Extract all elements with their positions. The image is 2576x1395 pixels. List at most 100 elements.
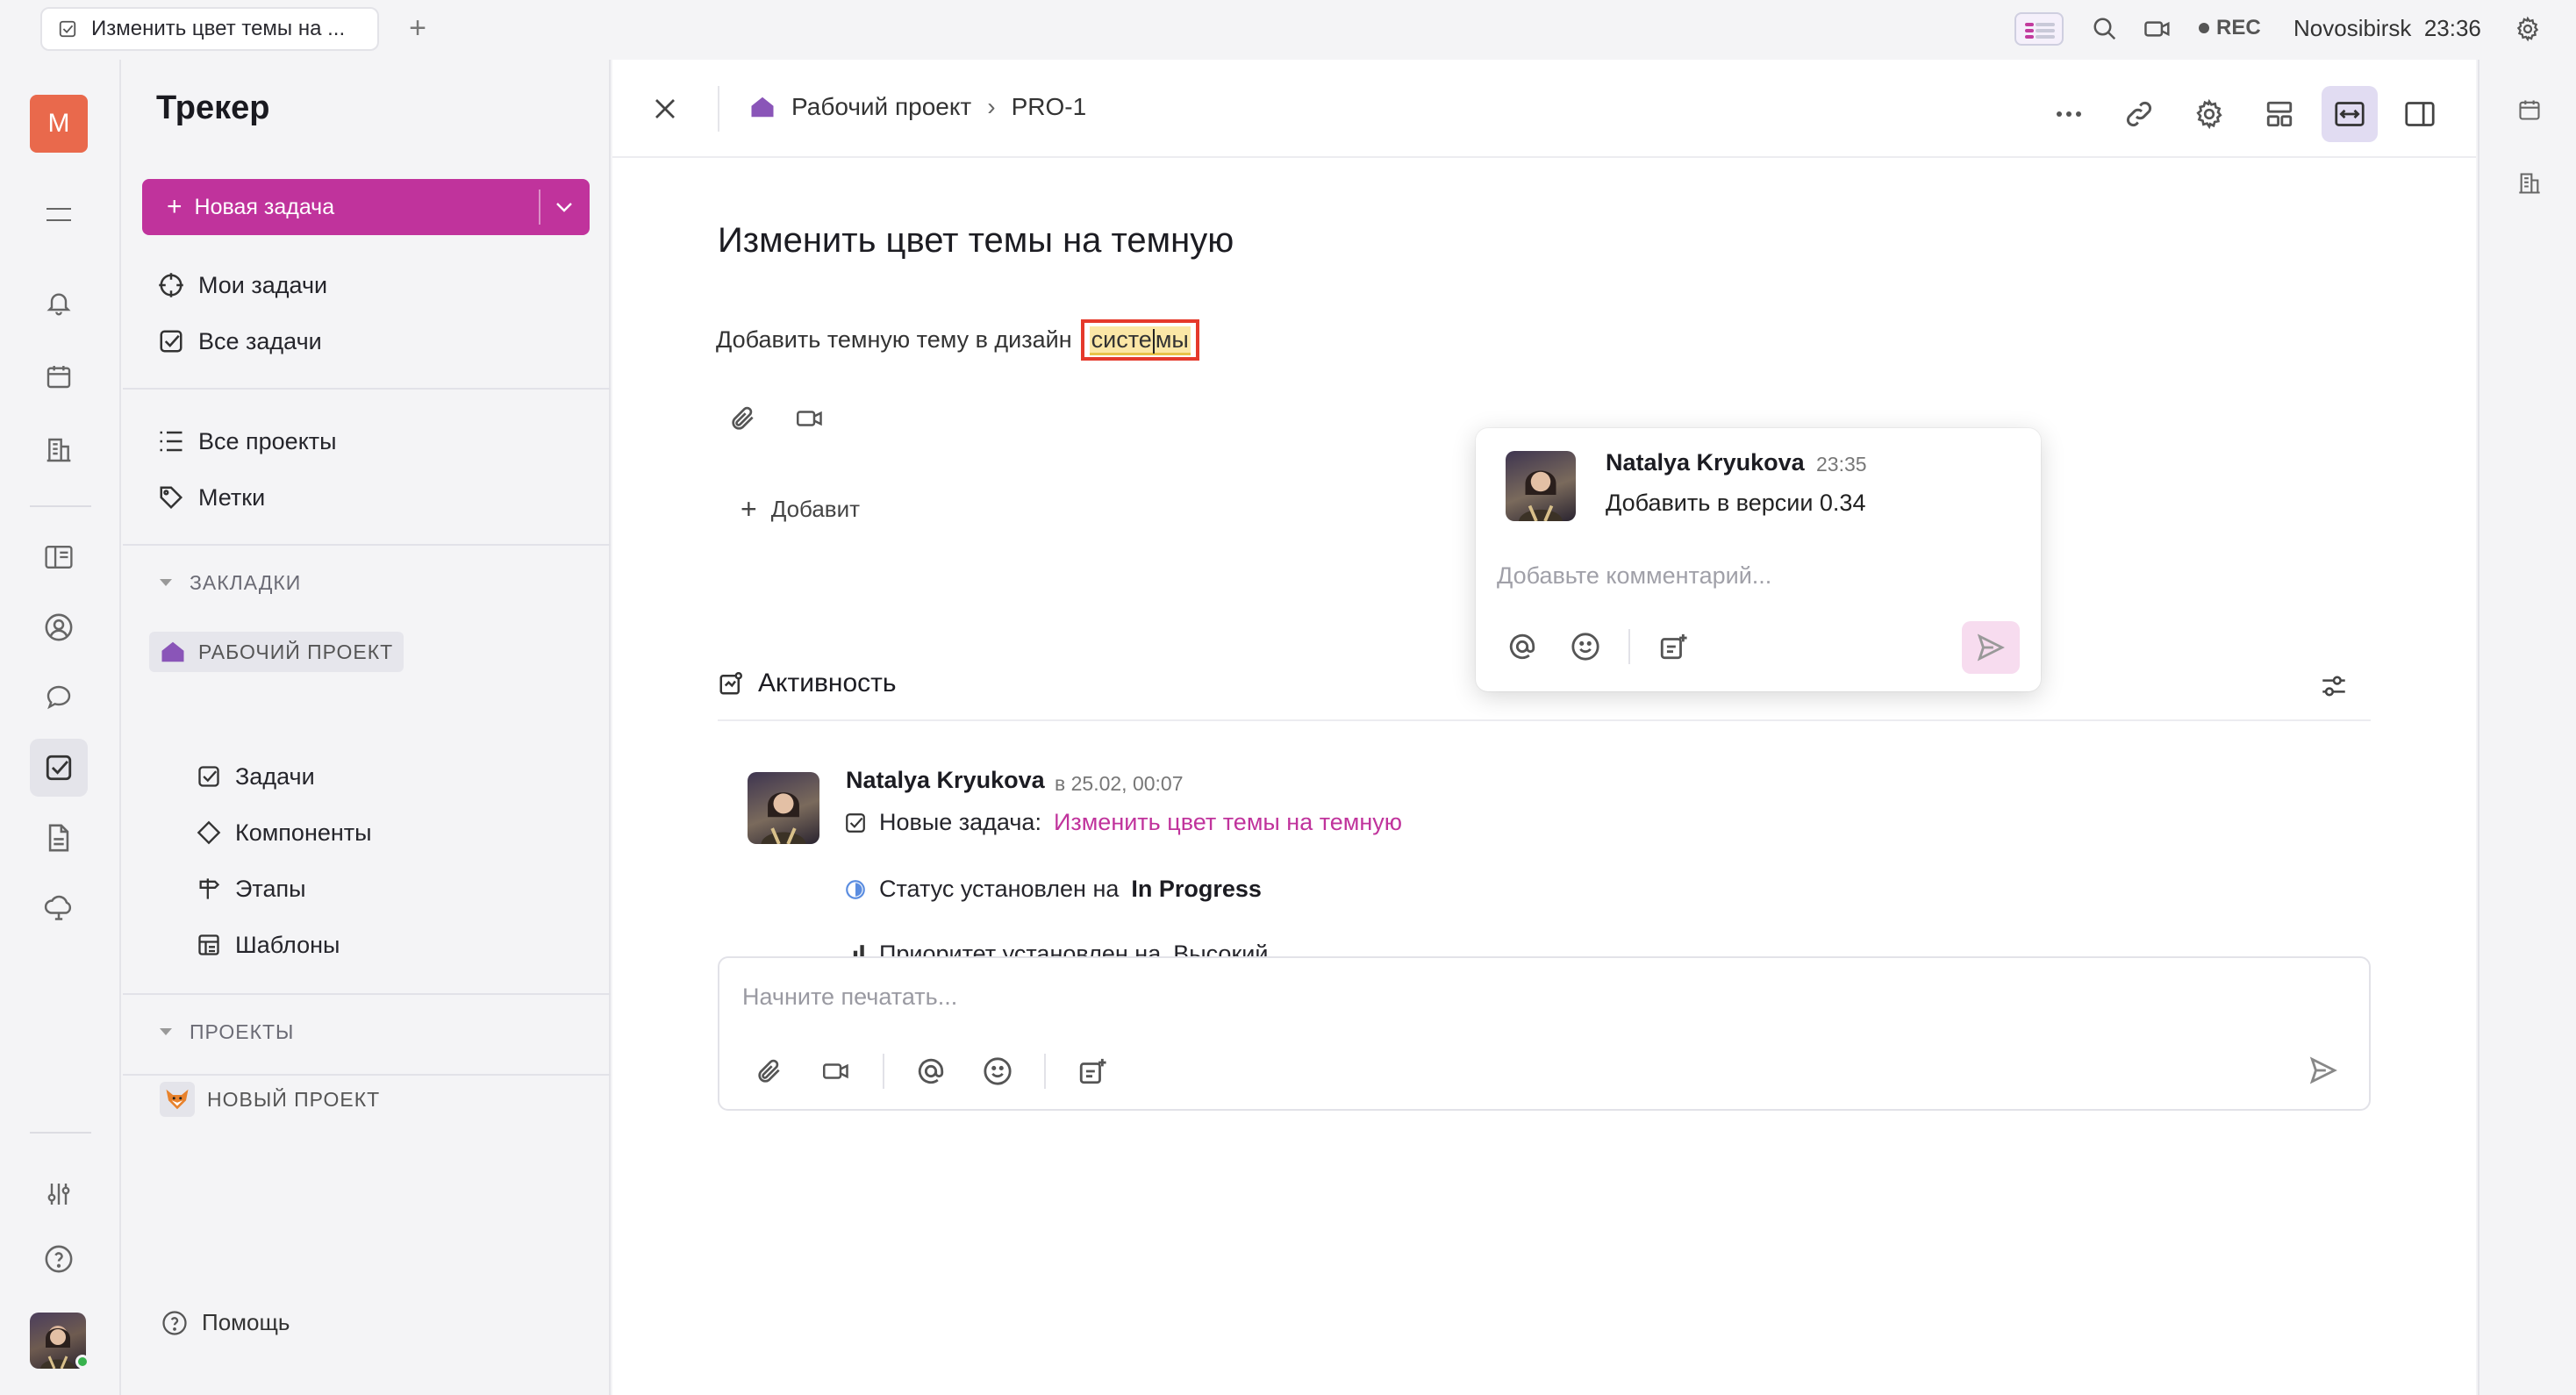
workspace-avatar[interactable]: M xyxy=(30,95,88,153)
sidebar-toggle-icon[interactable] xyxy=(2392,86,2448,142)
mention-icon[interactable] xyxy=(1502,626,1542,667)
send-icon[interactable] xyxy=(1962,621,2020,674)
link-icon[interactable] xyxy=(2111,86,2167,142)
more-icon[interactable] xyxy=(2041,86,2097,142)
task-description[interactable]: Добавить темную тему в дизайн систе мы xyxy=(716,319,1199,361)
comment-text: Добавить в версии 0.34 xyxy=(1606,490,1866,516)
video-icon[interactable] xyxy=(790,398,830,439)
sidebar-item-labels[interactable]: Метки xyxy=(158,476,265,519)
tab-current[interactable]: Изменить цвет темы на ... xyxy=(40,7,379,51)
comment-input[interactable] xyxy=(742,979,2322,1014)
top-bar: Изменить цвет темы на ... + REC Novosibi… xyxy=(0,0,2576,58)
help-icon[interactable] xyxy=(30,1230,88,1288)
clock: Novosibirsk 23:36 xyxy=(2293,15,2481,41)
projects-section-toggle[interactable]: ПРОЕКТЫ xyxy=(158,1014,294,1049)
online-status-dot xyxy=(75,1355,89,1369)
activity-author-avatar xyxy=(748,772,819,844)
activity-author[interactable]: Natalya Kryukova xyxy=(846,767,1045,794)
rec-indicator[interactable]: REC xyxy=(2199,16,2261,40)
in-progress-icon xyxy=(844,878,867,901)
sidebar-item-work-project[interactable]: РАБОЧИЙ ПРОЕКТ xyxy=(149,632,404,672)
comment-author[interactable]: Natalya Kryukova xyxy=(1606,449,1805,476)
bell-icon[interactable] xyxy=(30,274,88,332)
comment-composer xyxy=(718,956,2371,1111)
gear-icon[interactable] xyxy=(2511,12,2544,46)
cloud-icon[interactable] xyxy=(30,879,88,937)
sidebar-item-components[interactable]: Компоненты xyxy=(197,811,372,855)
breadcrumb: Рабочий проект › PRO-1 xyxy=(749,93,1086,121)
diamond-icon xyxy=(197,820,221,845)
checkbox-icon xyxy=(844,812,867,834)
add-reaction-icon[interactable] xyxy=(1653,626,1693,667)
chevron-down-icon[interactable] xyxy=(551,191,577,223)
comment-time: 23:35 xyxy=(1816,453,1867,476)
sidebar-item-milestones[interactable]: Этапы xyxy=(197,867,306,911)
paperclip-icon[interactable] xyxy=(723,398,763,439)
add-subtask-button[interactable]: + Добавит xyxy=(741,493,860,526)
activity-task-link[interactable]: Изменить цвет темы на темную xyxy=(1054,809,1402,836)
attachment-toolbar xyxy=(723,398,830,439)
sliders-icon[interactable] xyxy=(30,1165,88,1223)
video-icon[interactable] xyxy=(2141,12,2174,46)
breadcrumb-project[interactable]: Рабочий проект xyxy=(791,93,971,121)
sidebar-item-my-tasks[interactable]: Мои задачи xyxy=(158,263,327,307)
sidebar-title: Трекер xyxy=(156,89,270,126)
comment-reply-input[interactable] xyxy=(1497,558,2020,593)
sidebar-item-all-tasks[interactable]: Все задачи xyxy=(158,319,322,363)
document-icon[interactable] xyxy=(30,809,88,867)
add-reaction-icon[interactable] xyxy=(1072,1051,1113,1091)
emoji-icon[interactable] xyxy=(1565,626,1606,667)
contacts-icon[interactable] xyxy=(30,598,88,656)
comment-popup: Natalya Kryukova 23:35 Добавить в версии… xyxy=(1476,428,2041,691)
sidebar-item-all-projects[interactable]: Все проекты xyxy=(158,419,337,463)
question-icon xyxy=(161,1310,188,1336)
caret-down-icon xyxy=(160,1028,172,1035)
activity-date: в 25.02, 00:07 xyxy=(1055,772,1184,795)
paperclip-icon[interactable] xyxy=(749,1051,790,1091)
bookmarks-section-toggle[interactable]: ЗАКЛАДКИ xyxy=(158,565,301,600)
right-rail xyxy=(2478,60,2576,1395)
expand-width-icon[interactable] xyxy=(2322,86,2378,142)
calendar-icon[interactable] xyxy=(30,347,88,405)
close-icon[interactable] xyxy=(648,91,683,126)
help-link[interactable]: Помощь xyxy=(161,1309,290,1336)
emoji-icon[interactable] xyxy=(977,1051,1018,1091)
task-panel: Рабочий проект › PRO-1 Изменить цвет тем… xyxy=(612,60,2476,1395)
activity-header: Активность xyxy=(718,669,897,698)
new-tab-button[interactable]: + xyxy=(400,11,435,46)
breadcrumb-issue[interactable]: PRO-1 xyxy=(1012,93,1087,121)
calendar-icon[interactable] xyxy=(2501,81,2558,139)
office-icon[interactable] xyxy=(2501,154,2558,212)
activity-status: Статус установлен на In Progress xyxy=(844,876,1262,903)
video-icon[interactable] xyxy=(816,1051,856,1091)
plus-icon: + xyxy=(741,493,757,525)
tag-icon xyxy=(158,484,184,511)
chat-icon[interactable] xyxy=(30,669,88,726)
list-icon xyxy=(158,429,184,454)
menu-icon[interactable] xyxy=(30,186,88,244)
sidebar-item-tasks[interactable]: Задачи xyxy=(197,755,315,798)
settings-icon[interactable] xyxy=(2181,86,2237,142)
project-home-icon xyxy=(160,640,186,664)
send-icon[interactable] xyxy=(2304,1051,2343,1090)
new-task-button[interactable]: + Новая задача xyxy=(142,179,590,235)
sidebar-item-templates[interactable]: Шаблоны xyxy=(197,923,340,967)
filter-icon[interactable] xyxy=(2315,667,2353,705)
panel-header: Рабочий проект › PRO-1 xyxy=(612,60,2476,158)
project-home-icon xyxy=(749,95,776,119)
task-title[interactable]: Изменить цвет темы на темную xyxy=(718,221,1234,261)
mention-icon[interactable] xyxy=(911,1051,951,1091)
task-checkbox-icon xyxy=(58,19,77,39)
recording-toggle[interactable] xyxy=(2014,12,2064,46)
office-icon[interactable] xyxy=(30,421,88,479)
highlighted-word[interactable]: систе мы xyxy=(1080,319,1199,361)
tracker-icon[interactable] xyxy=(30,739,88,797)
template-icon xyxy=(197,933,221,957)
app-rail: M xyxy=(0,60,121,1395)
plus-icon: + xyxy=(167,192,182,221)
layout-icon[interactable] xyxy=(2251,86,2308,142)
search-icon[interactable] xyxy=(2088,12,2122,46)
app-window: M Трекер + Новая задача Мои задачи Все з… xyxy=(0,60,2576,1395)
documents-icon[interactable] xyxy=(30,528,88,586)
sidebar-item-new-project[interactable]: НОВЫЙ ПРОЕКТ xyxy=(149,1079,390,1120)
